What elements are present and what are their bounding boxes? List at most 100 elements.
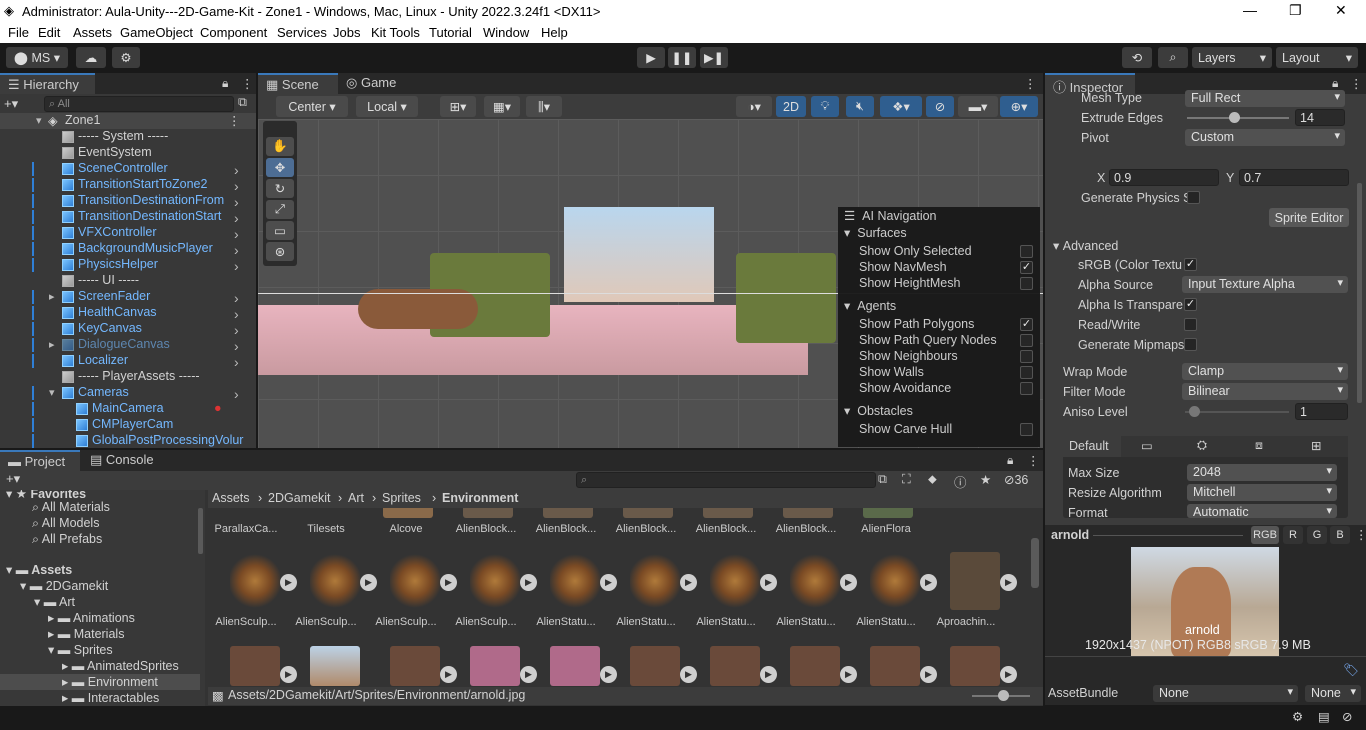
pivot-dropdown[interactable]: Custom [1185,129,1345,146]
asset-thumbnail[interactable] [550,552,600,610]
folder-sprites[interactable]: ▾ ▬ Sprites [48,642,113,657]
breadcrumb-assets[interactable]: Assets [212,491,250,505]
show-only-selected-checkbox[interactable] [1020,245,1033,258]
tree-scrollbar[interactable] [198,508,203,554]
tab-game[interactable]: ◎ Game [338,73,408,94]
folder-art[interactable]: ▾ ▬ Art [34,594,75,609]
menu-window[interactable]: Window [483,25,529,40]
show-avoidance-checkbox[interactable] [1020,382,1033,395]
foldout-arrow-icon[interactable]: ▸ [49,290,55,303]
chevron-right-icon[interactable]: › [234,306,239,322]
asset-label[interactable]: AlienSculp... [370,616,442,628]
chevron-right-icon[interactable]: › [234,210,239,226]
show-heightmesh-checkbox[interactable] [1020,277,1033,290]
asset-label[interactable]: Aproachin... [930,616,1002,628]
effects-icon[interactable]: ❖▾ [880,96,922,117]
favorite-all-materials[interactable]: ⌕ All Materials [32,500,110,515]
more-icon[interactable]: ⋮ [228,113,241,128]
show-path-polygons-checkbox[interactable]: ✓ [1020,318,1033,331]
rotate-tool-icon[interactable]: ↻ [266,179,294,198]
label-tag-icon[interactable]: 🏷︎ [1343,663,1359,678]
tab-default-platform[interactable]: Default [1063,436,1121,457]
cache-server-icon[interactable]: ⊘ [1342,709,1352,724]
show-walls-checkbox[interactable] [1020,366,1033,379]
expand-sprite-icon[interactable]: ▶ [520,666,537,683]
chevron-right-icon[interactable]: › [234,194,239,210]
folder-interactables[interactable]: ▸ ▬ Interactables [62,690,159,705]
hidden-packages-icon[interactable]: ⊘36 [1004,472,1028,487]
asset-thumbnail[interactable] [550,646,600,686]
layout-dropdown[interactable]: Layout ▾ [1276,47,1358,68]
wrap-mode-dropdown[interactable]: Clamp [1182,363,1348,380]
asset-label[interactable]: AlienSculp... [450,616,522,628]
expand-sprite-icon[interactable]: ▶ [1000,574,1017,591]
srgb-checkbox[interactable]: ✓ [1184,258,1197,271]
expand-sprite-icon[interactable]: ▶ [600,666,617,683]
asset-label[interactable]: AlienFlora [850,523,922,535]
asset-thumbnail[interactable] [310,646,360,686]
asset-label[interactable]: AlienStatu... [770,616,842,628]
asset-thumbnail[interactable] [390,646,440,686]
thumbnail-size-handle[interactable] [998,690,1009,701]
asset-thumbnail[interactable] [383,508,433,518]
expand-sprite-icon[interactable]: ▶ [920,666,937,683]
hierarchy-item[interactable]: TransitionDestinationFrom › [0,193,256,210]
asset-thumbnail[interactable] [870,552,920,610]
sprite-editor-button[interactable]: Sprite Editor [1269,208,1349,227]
android-icon[interactable]: ⛭ [1197,438,1207,453]
hierarchy-item[interactable]: SceneController › [0,161,256,178]
mipmaps-checkbox[interactable] [1184,338,1197,351]
hierarchy-item[interactable]: VFXController › [0,225,256,242]
play-button[interactable]: ▶ [637,47,665,68]
close-icon[interactable]: ✕ [1335,2,1347,19]
pivot-center-dropdown[interactable]: Center ▾ [276,96,348,117]
asset-thumbnail[interactable] [310,552,360,610]
alpha-transparency-checkbox[interactable]: ✓ [1184,298,1197,311]
account-button[interactable]: ⬤ MS ▾ [6,47,68,68]
expand-sprite-icon[interactable]: ▶ [920,574,937,591]
max-size-dropdown[interactable]: 2048 [1187,464,1337,481]
asset-label[interactable]: ParallaxCa... [210,523,282,535]
move-tool-icon[interactable]: ✥ [266,158,294,177]
menu-help[interactable]: Help [541,25,568,40]
breadcrumb-art[interactable]: Art [348,491,364,505]
monitor-icon[interactable]: ▭ [1141,438,1153,453]
expand-sprite-icon[interactable]: ▶ [680,574,697,591]
asset-thumbnail[interactable] [950,646,1000,686]
channel-r-button[interactable]: R [1283,526,1303,544]
pivot-local-dropdown[interactable]: Local ▾ [356,96,418,117]
obstacles-foldout[interactable]: ▾ Obstacles [844,403,913,418]
more-icon[interactable]: ⋮ [1350,76,1363,91]
expand-sprite-icon[interactable]: ▶ [680,666,697,683]
chevron-right-icon[interactable]: › [234,354,239,370]
expand-sprite-icon[interactable]: ▶ [600,574,617,591]
asset-thumbnail[interactable] [950,552,1000,610]
search-icon[interactable]: ⌕ [1158,47,1188,68]
filter-mode-dropdown[interactable]: Bilinear [1182,383,1348,400]
generate-physics-checkbox[interactable] [1187,191,1200,204]
menu-component[interactable]: Component [200,25,267,40]
asset-thumbnail[interactable] [630,552,680,610]
chevron-right-icon[interactable]: › [234,226,239,242]
asset-label[interactable]: AlienBlock... [770,523,842,535]
hierarchy-item[interactable]: GlobalPostProcessingVolur [0,433,256,449]
expand-sprite-icon[interactable]: ▶ [520,574,537,591]
hierarchy-item[interactable]: HealthCanvas › [0,305,256,322]
asset-label[interactable]: AlienStatu... [610,616,682,628]
lock-icon[interactable]: 🔒︎ [1007,453,1013,468]
menu-services[interactable]: Services [277,25,327,40]
advanced-foldout[interactable]: ▾ Advanced [1053,238,1118,253]
hierarchy-item[interactable]: TransitionStartToZone2 › [0,177,256,194]
create-button[interactable]: +▾ [6,471,20,487]
hierarchy-item[interactable]: KeyCanvas › [0,321,256,338]
filter-type-icon[interactable]: ⛶ [902,472,911,487]
chevron-right-icon[interactable]: › [234,322,239,338]
asset-label[interactable]: AlienBlock... [530,523,602,535]
search-by-type-icon[interactable]: ⧉ [878,472,887,487]
inspector-scrollbar[interactable] [1357,183,1362,403]
grid-icon[interactable]: ▦▾ [484,96,520,117]
extrude-slider-handle[interactable] [1229,112,1240,123]
history-icon[interactable]: ⟲ [1122,47,1152,68]
breadcrumb-2dgamekit[interactable]: 2DGamekit [268,491,331,505]
expand-sprite-icon[interactable]: ▶ [840,574,857,591]
